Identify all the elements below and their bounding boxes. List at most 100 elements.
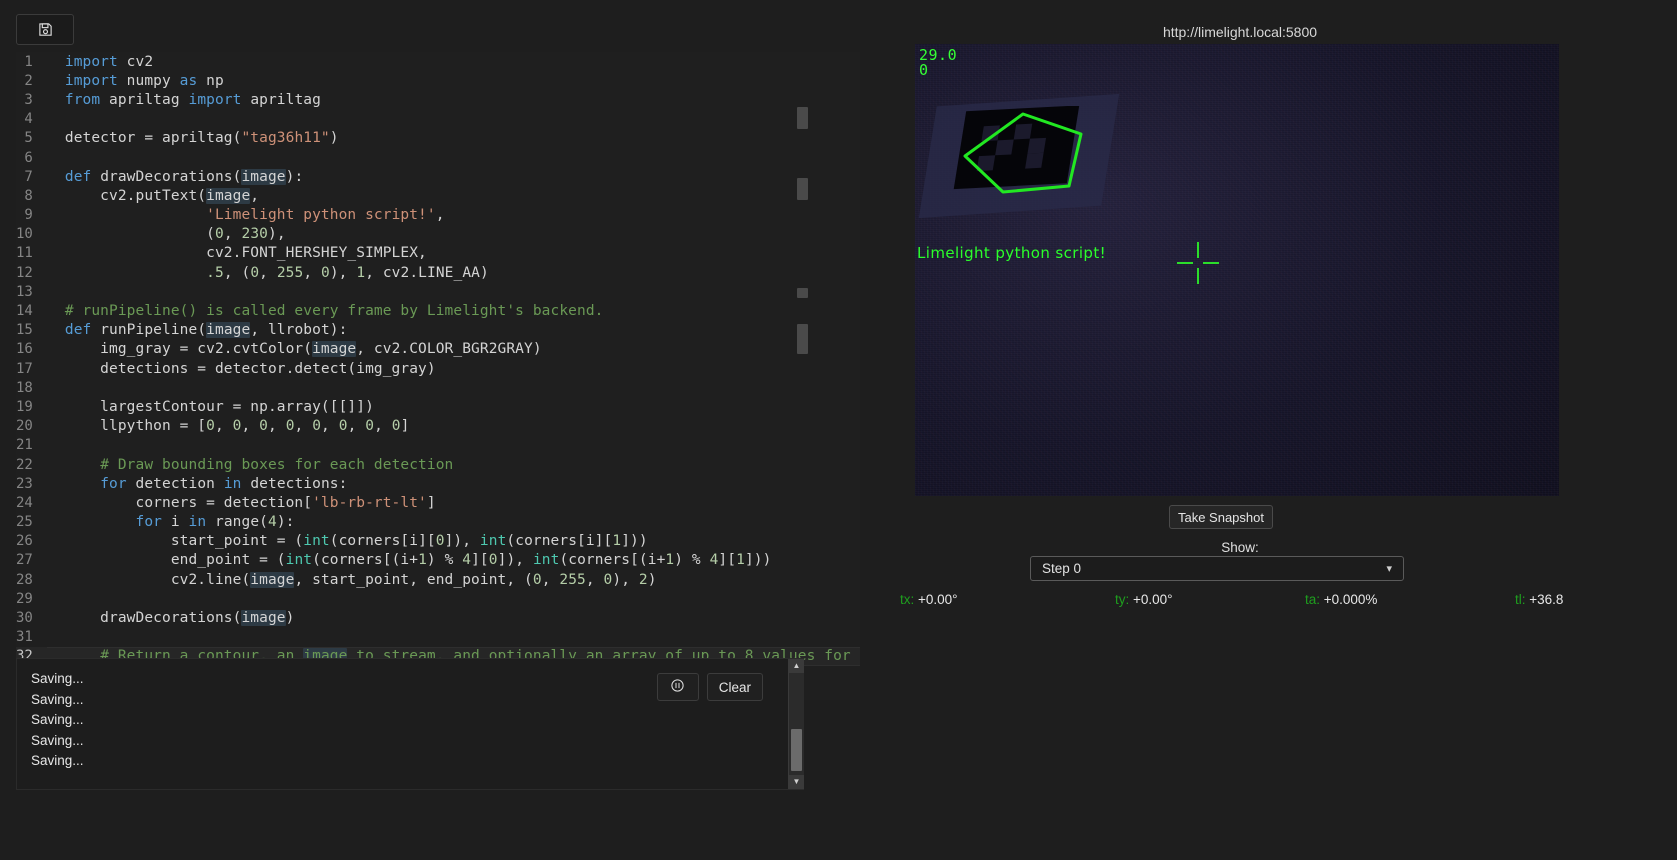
console-scrollbar[interactable]: ▲ ▼ [788,659,804,789]
show-label: Show: [1221,540,1259,555]
line-source: end_point = (int(corners[(i+1) % 4][0]),… [64,552,772,569]
line-source: cv2.FONT_HERSHEY_SIMPLEX, [64,245,427,262]
code-table: 1 import cv2 2 import numpy as np 3 from apri… [16,52,860,686]
code-line[interactable]: 6 [16,147,860,168]
line-source: start_point = (int(corners[i][0]), int(c… [64,533,648,550]
take-snapshot-button[interactable]: Take Snapshot [1169,505,1273,529]
code-line[interactable]: 15 def runPipeline(image, llrobot): [16,320,860,340]
line-number: 27 [16,550,47,571]
line-source: # Draw bounding boxes for each detection [100,456,454,473]
console-actions: Clear [656,673,763,701]
telemetry-label: tx: [900,592,919,607]
chevron-down-icon: ▾ [1386,563,1392,575]
line-source: corners = detection['lb-rb-rt-lt'] [64,494,436,511]
editor-scroll-marker [797,178,808,200]
save-button[interactable] [16,14,74,45]
line-source: detector = apriltag("tag36h11") [64,130,339,147]
line-number: 9 [16,205,47,225]
telemetry-bar: tx: +0.00° ty: +0.00° ta: +0.000% tl: +36.8 [10,592,1677,614]
line-source [47,378,860,397]
app-root: 1 import cv2 2 import numpy as np 3 from apri… [0,0,1677,860]
caret-down-icon[interactable]: ▼ [789,775,804,789]
code-line[interactable]: 3 from apriltag import apriltag [16,90,860,110]
step-select-dropdown[interactable]: Step 0 ▾ [1030,556,1404,581]
line-source: import numpy as np [64,72,224,89]
code-line[interactable]: 11 cv2.FONT_HERSHEY_SIMPLEX, [16,243,860,264]
line-number: 1 [16,52,47,72]
code-line[interactable]: 18 [16,378,860,398]
line-number: 15 [16,320,47,340]
code-line[interactable]: 27 end_point = (int(corners[(i+1) % 4][0… [16,550,860,571]
code-line[interactable]: 14 # runPipeline() is called every frame … [16,301,860,321]
line-number: 13 [16,282,47,302]
code-line[interactable]: 17 detections = detector.detect(img_gray… [16,359,860,379]
code-line[interactable]: 10 (0, 230), [16,224,860,244]
line-number: 14 [16,301,47,321]
console-line: Saving... [31,671,84,686]
line-source: largestContour = np.array([[]]) [64,398,374,415]
telemetry-tl: tl: +36.8 [1515,592,1563,607]
code-line[interactable]: 21 [16,435,860,455]
line-source: # runPipeline() is called every frame by… [64,303,604,320]
code-line[interactable]: 5 detector = apriltag("tag36h11") [16,128,860,148]
line-number: 20 [16,416,47,436]
telemetry-value: +0.000% [1323,592,1378,607]
editor-scrollbar[interactable] [794,52,808,664]
line-number: 6 [16,147,47,168]
code-line[interactable]: 4 [16,109,860,129]
line-number: 24 [16,493,47,513]
telemetry-value: +0.00° [918,592,958,607]
line-source: img_gray = cv2.cvtColor(image, cv2.COLOR… [64,341,542,358]
line-source: for detection in detections: [100,475,348,492]
editor-scroll-marker [797,107,808,129]
code-line[interactable]: 24 corners = detection['lb-rb-rt-lt'] [16,493,860,513]
code-line[interactable]: 13 [16,282,860,302]
code-line[interactable]: 23 for detection in detections: [16,474,860,494]
line-number: 16 [16,339,47,359]
code-line[interactable]: 20 llpython = [0, 0, 0, 0, 0, 0, 0, 0] [16,416,860,436]
line-source [47,436,860,455]
line-number: 3 [16,90,47,110]
code-line[interactable]: 2 import numpy as np [16,71,860,91]
code-line[interactable]: 9 'Limelight python script!', [16,205,860,225]
console-line: Saving... [31,753,84,769]
console-scroll-thumb[interactable] [791,729,802,771]
line-number: 21 [16,435,47,455]
camera-stream-view[interactable]: 29.0 0 Limelight python script! [915,44,1559,496]
line-number: 12 [16,263,47,283]
line-number: 2 [16,71,47,91]
caret-up-icon[interactable]: ▲ [789,659,804,673]
line-number: 19 [16,397,47,417]
code-line[interactable]: 1 import cv2 [16,52,860,72]
console-line: Saving... [31,732,84,748]
line-source: import cv2 [64,53,154,70]
code-line[interactable]: 26 start_point = (int(corners[i][0]), in… [16,531,860,551]
telemetry-ta: ta: +0.000% [1305,592,1377,607]
telemetry-value: +0.00° [1133,592,1173,607]
line-number: 5 [16,128,47,148]
line-source: from apriltag import apriltag [64,91,321,108]
console-line: Saving... [31,691,84,707]
line-number: 17 [16,359,47,379]
stream-panel: http://limelight.local:5800 29.0 0 Limel… [880,0,1677,860]
line-source [47,628,860,647]
line-number: 10 [16,224,47,244]
line-number: 11 [16,243,47,264]
line-number: 23 [16,474,47,494]
code-line[interactable]: 7 def drawDecorations(image): [16,167,860,187]
editor-scroll-marker [797,288,808,298]
console-clear-button[interactable]: Clear [706,673,763,701]
overlay-script-text: Limelight python script! [917,244,1107,262]
code-line[interactable]: 25 for i in range(4): [16,512,860,532]
code-line[interactable]: 31 [16,627,860,647]
overlay-count: 0 [919,61,929,79]
code-line[interactable]: 12 .5, (0, 255, 0), 1, cv2.LINE_AA) [16,263,860,283]
code-line[interactable]: 16 img_gray = cv2.cvtColor(image, cv2.CO… [16,339,860,359]
line-source [47,148,860,167]
code-line[interactable]: 28 cv2.line(image, start_point, end_poin… [16,570,860,590]
code-line[interactable]: 8 cv2.putText(image, [16,186,860,206]
code-line[interactable]: 22 # Draw bounding boxes for each detect… [16,454,860,475]
console-pause-button[interactable] [656,673,699,701]
line-number: 31 [16,627,47,647]
code-line[interactable]: 19 largestContour = np.array([[]]) [16,397,860,417]
